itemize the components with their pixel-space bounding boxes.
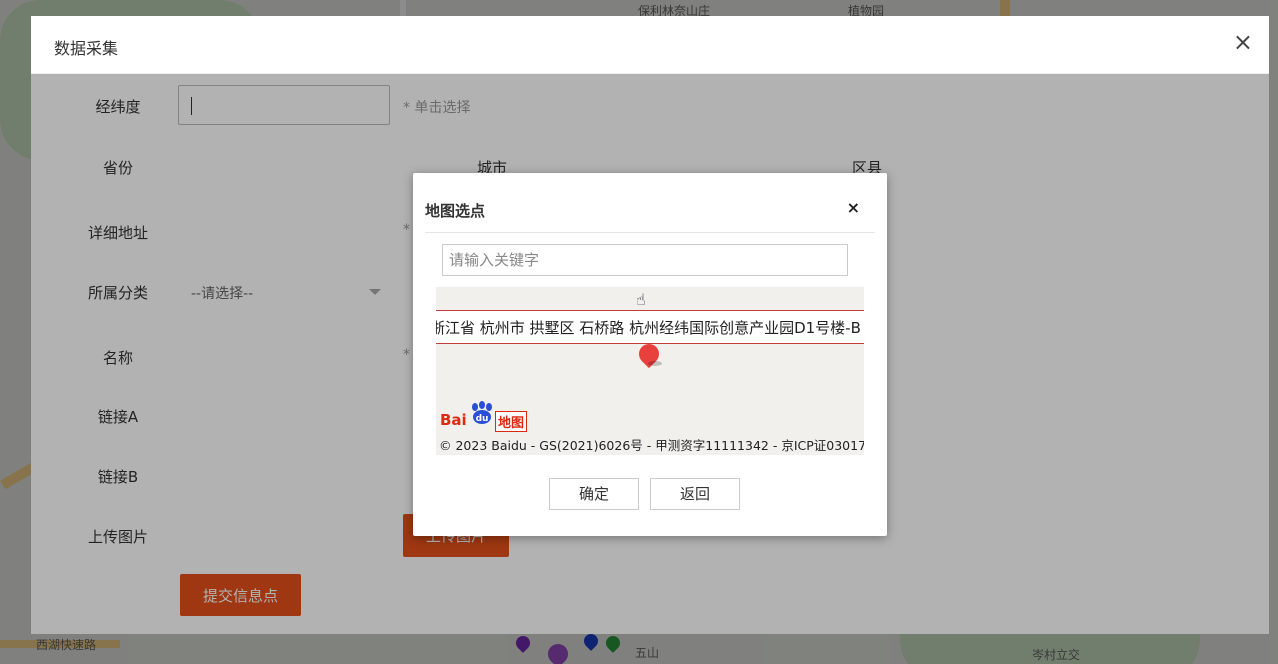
hand-cursor-icon: ☝	[636, 290, 646, 309]
divider	[425, 232, 875, 233]
address-label-band: 浙江省 杭州市 拱墅区 石桥路 杭州经纬国际创意产业园D1号楼-B	[436, 310, 864, 344]
map-canvas[interactable]: ☝ 浙江省 杭州市 拱墅区 石桥路 杭州经纬国际创意产业园D1号楼-B Bai …	[436, 287, 864, 455]
logo-text-ditu: 地图	[495, 411, 528, 432]
dialog-header: 数据采集 ×	[31, 16, 1269, 74]
confirm-button[interactable]: 确定	[549, 478, 639, 510]
logo-text-du: du	[476, 414, 489, 424]
map-picker-title: 地图选点	[425, 202, 486, 220]
dialog-title: 数据采集	[54, 39, 119, 58]
map-copyright: © 2023 Baidu - GS(2021)6026号 - 甲测资字11111…	[439, 438, 864, 453]
close-icon[interactable]: ×	[1233, 30, 1253, 54]
marker-shadow	[648, 361, 662, 366]
paw-icon: du	[472, 401, 492, 424]
back-button[interactable]: 返回	[650, 478, 740, 510]
baidu-map-logo: Bai du 地图	[440, 401, 530, 432]
map-picker-dialog: 地图选点 × ☝ 浙江省 杭州市 拱墅区 石桥路 杭州经纬国际创意产业园D1号楼…	[413, 173, 887, 536]
close-icon[interactable]: ×	[847, 198, 860, 217]
address-text: 浙江省 杭州市 拱墅区 石桥路 杭州经纬国际创意产业园D1号楼-B	[436, 319, 861, 337]
keyword-search-input[interactable]	[442, 244, 848, 276]
logo-text-bai: Bai	[440, 411, 467, 429]
